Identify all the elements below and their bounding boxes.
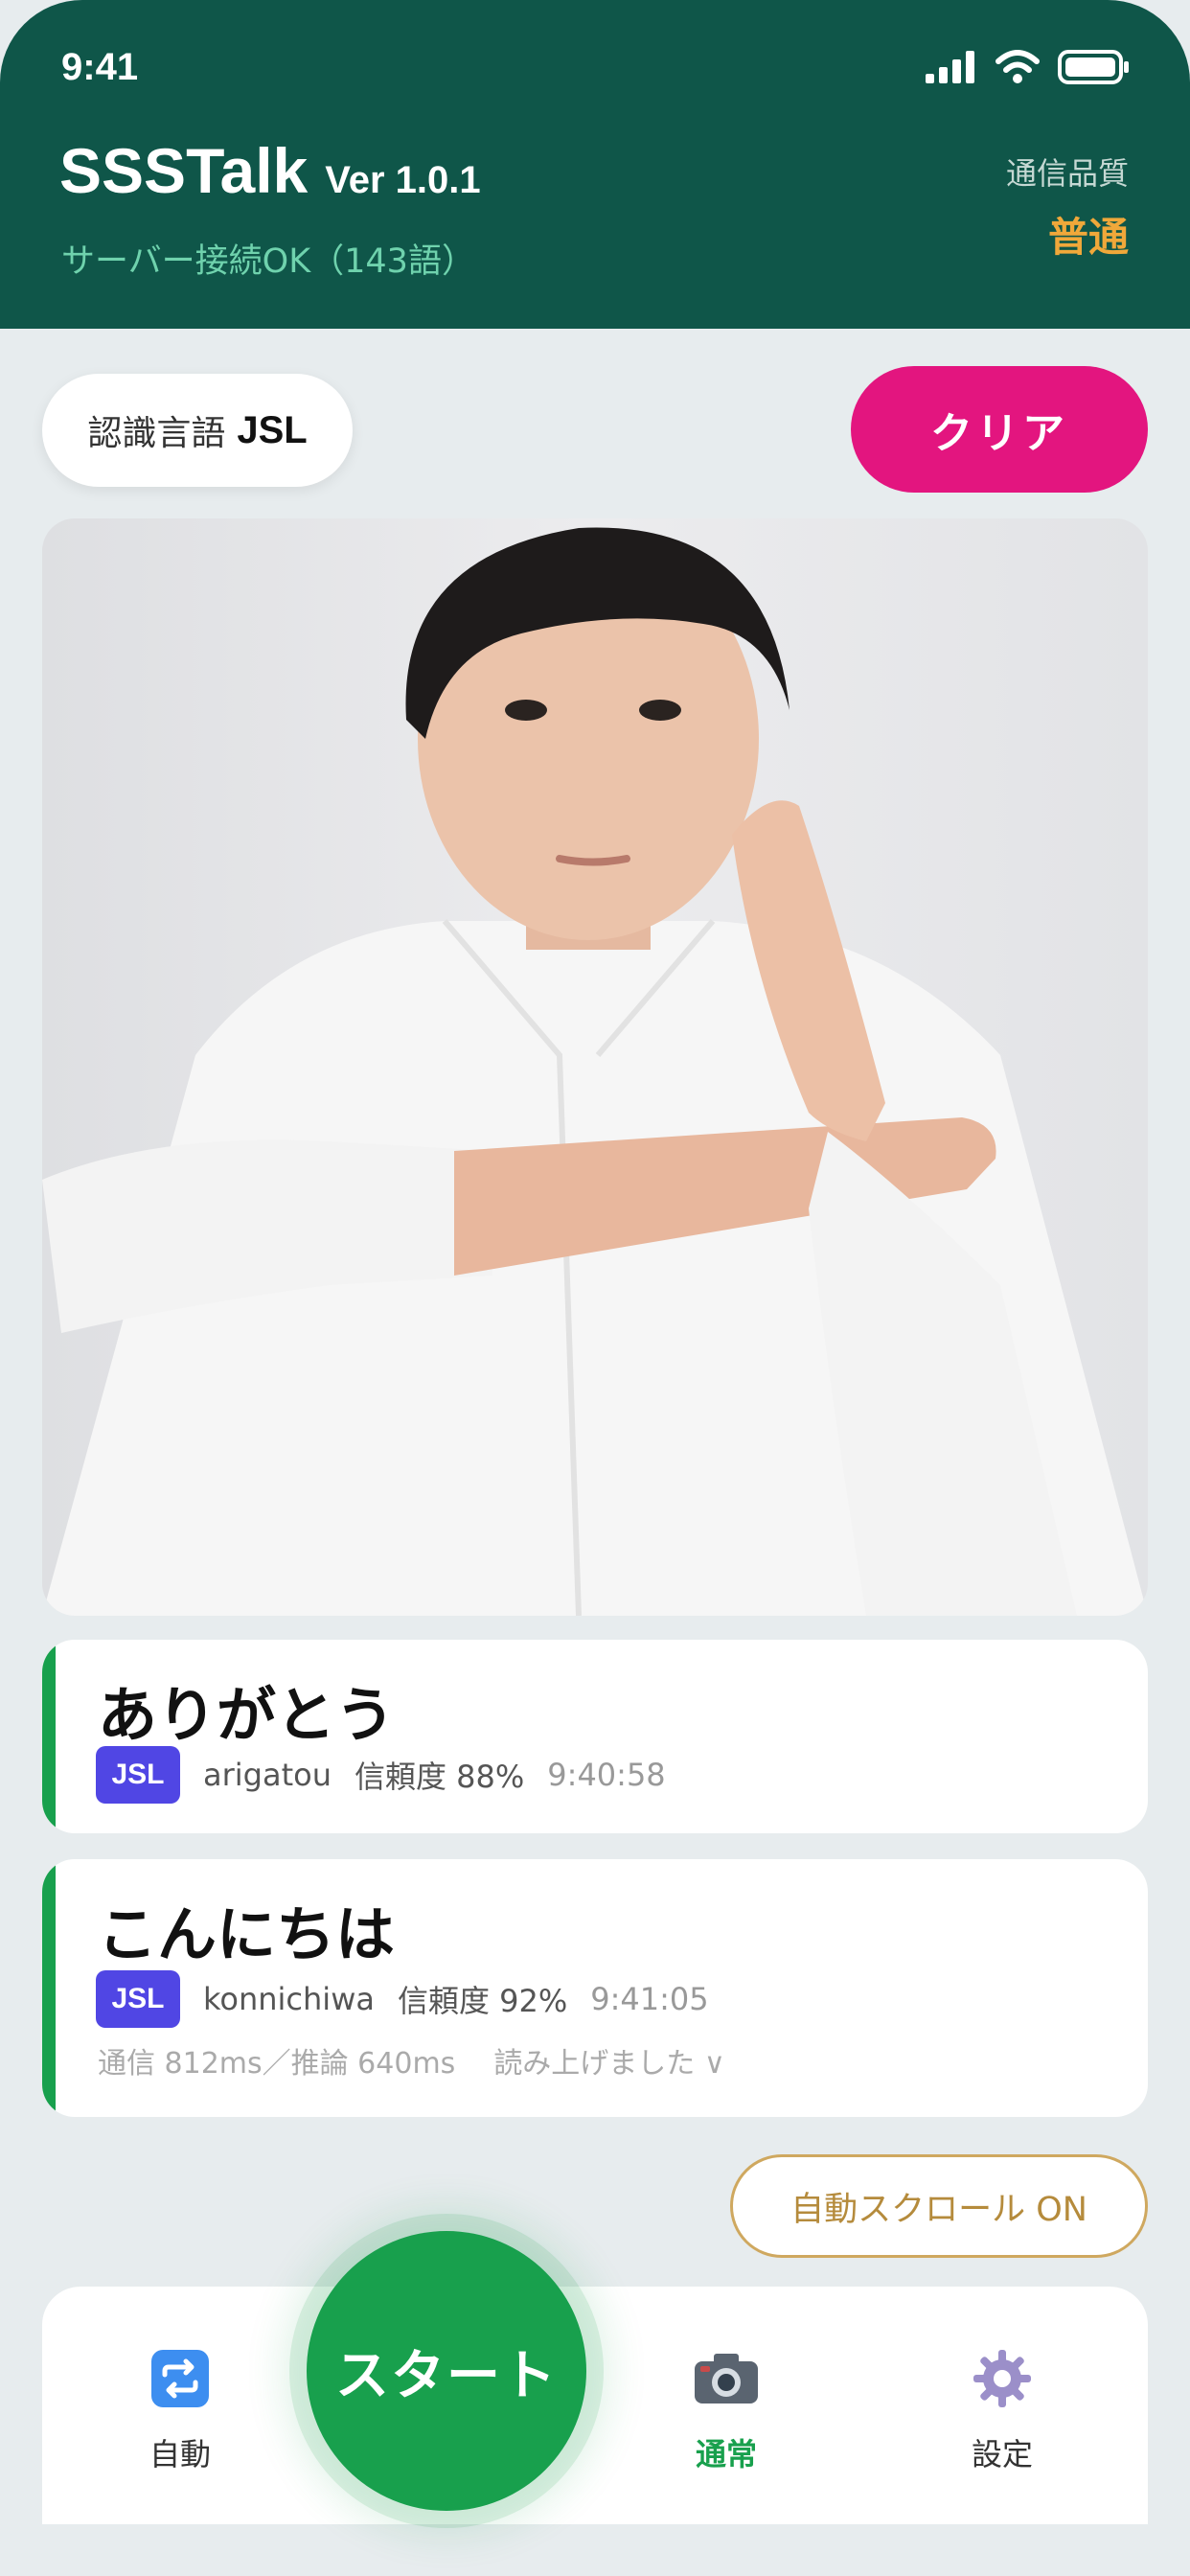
app-header: 9:41 SSSTalk Ver 1.0.1 サーバー接続OK（143語） 通信…: [0, 0, 1190, 329]
status-time: 9:41: [61, 46, 139, 88]
start-button[interactable]: スタート: [307, 2231, 586, 2511]
phone-screen: 9:41 SSSTalk Ver 1.0.1 サーバー接続OK（143語） 通信…: [0, 0, 1190, 2576]
camera-icon: [695, 2354, 758, 2404]
result-details: 通信 812ms／推論 640ms 読み上げました ∨: [98, 2039, 725, 2082]
spoken-toggle[interactable]: 読み上げました ∨: [493, 2039, 725, 2082]
app-title: SSSTalk Ver 1.0.1: [59, 134, 481, 207]
camera-preview: [42, 518, 1148, 1616]
signing-person-image: [42, 518, 1148, 1616]
repeat-icon: [151, 2350, 209, 2407]
nav-item-settings[interactable]: 設定: [906, 2348, 1098, 2474]
result-meta: JSL arigatou 信頼度 88% 9:40:58: [96, 1746, 666, 1804]
status-icons: [926, 50, 1131, 84]
bottom-nav: 自動 通常 設定: [42, 2287, 1148, 2524]
lang-label: 認識言語: [87, 414, 226, 453]
lang-value: JSL: [237, 408, 308, 451]
result-time: 9:41:05: [590, 1981, 709, 2017]
nav-label: 設定: [971, 2436, 1033, 2472]
nav-label: 自動: [149, 2436, 211, 2472]
nav-label: 通常: [695, 2436, 757, 2472]
language-badge: JSL: [96, 1746, 180, 1804]
language-badge: JSL: [96, 1970, 180, 2028]
result-card[interactable]: こんにちは JSL konnichiwa 信頼度 92% 9:41:05 通信 …: [42, 1859, 1148, 2117]
battery-icon: [1058, 50, 1129, 84]
app-name: SSSTalk: [59, 135, 309, 206]
result-romaji: arigatou: [203, 1757, 332, 1793]
wifi-icon: [995, 50, 1040, 83]
autoscroll-toggle[interactable]: 自動スクロール ON: [730, 2154, 1148, 2258]
server-status: サーバー接続OK（143語）: [61, 242, 475, 281]
gear-icon: [973, 2350, 1031, 2407]
result-word: ありがとう: [98, 1680, 396, 1750]
result-confidence: 信頼度 92%: [397, 1983, 568, 2019]
result-card[interactable]: ありがとう JSL arigatou 信頼度 88% 9:40:58: [42, 1640, 1148, 1833]
nav-item-auto[interactable]: 自動: [84, 2348, 276, 2474]
latency-info: 通信 812ms／推論 640ms: [98, 2047, 456, 2081]
recognition-language-selector[interactable]: 認識言語 JSL: [42, 374, 353, 487]
result-romaji: konnichiwa: [203, 1981, 375, 2017]
result-word: こんにちは: [98, 1899, 396, 1969]
signal-icon: [926, 51, 974, 83]
quality-label: 通信品質: [1005, 155, 1129, 192]
clear-button[interactable]: クリア: [851, 366, 1148, 493]
app-version: Ver 1.0.1: [325, 159, 481, 201]
result-confidence: 信頼度 88%: [354, 1759, 525, 1795]
nav-item-normal[interactable]: 通常: [630, 2348, 822, 2474]
quality-value: 普通: [1047, 214, 1129, 261]
result-meta: JSL konnichiwa 信頼度 92% 9:41:05: [96, 1970, 709, 2028]
result-time: 9:40:58: [547, 1757, 666, 1793]
